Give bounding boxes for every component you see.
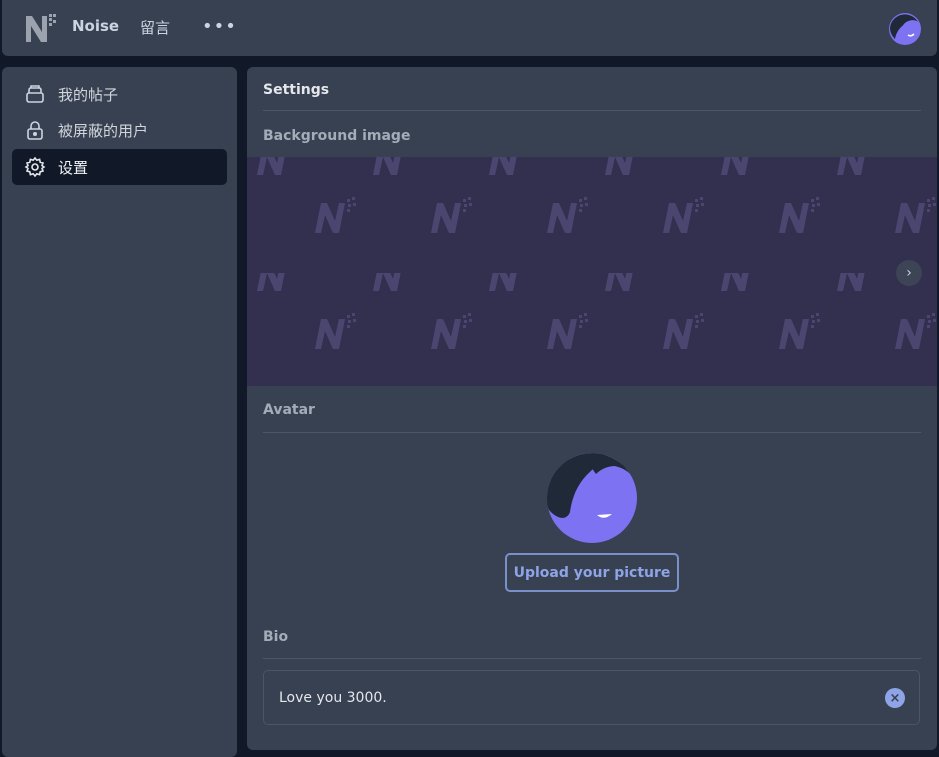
user-avatar-icon[interactable] xyxy=(888,12,922,46)
chevron-right-icon[interactable]: › xyxy=(896,260,922,286)
page-title: Settings xyxy=(263,82,330,98)
bio-value: Love you 3000. xyxy=(279,689,387,706)
noise-logo-icon[interactable] xyxy=(22,10,58,46)
sidebar: 我的帖子 被屏蔽的用户 设置 xyxy=(2,67,237,757)
settings-panel: Settings Background image › Avatar Uploa… xyxy=(247,67,937,750)
clear-icon[interactable]: × xyxy=(885,688,905,708)
divider xyxy=(263,658,921,659)
background-image-preview[interactable] xyxy=(247,157,937,386)
lock-icon xyxy=(27,121,43,140)
avatar-label: Avatar xyxy=(263,402,315,418)
sidebar-item-label: 设置 xyxy=(58,158,89,177)
more-icon[interactable]: ••• xyxy=(202,16,237,37)
stack-icon xyxy=(26,85,44,103)
sidebar-item-label: 我的帖子 xyxy=(58,85,119,104)
avatar xyxy=(547,453,637,543)
sidebar-item-blocked-users[interactable]: 被屏蔽的用户 xyxy=(12,112,227,148)
gear-icon xyxy=(24,156,46,178)
sidebar-item-settings[interactable]: 设置 xyxy=(12,149,227,185)
pattern-logo-icon xyxy=(247,157,937,386)
upload-picture-button[interactable]: Upload your picture xyxy=(505,553,679,592)
nav-messages[interactable]: 留言 xyxy=(140,17,170,38)
bio-label: Bio xyxy=(263,629,289,645)
divider xyxy=(263,110,921,111)
bio-input[interactable]: Love you 3000. × xyxy=(263,670,920,725)
nav-noise[interactable]: Noise xyxy=(72,17,119,35)
top-navbar: Noise 留言 ••• xyxy=(2,0,937,56)
divider xyxy=(263,432,921,433)
sidebar-item-label: 被屏蔽的用户 xyxy=(58,121,149,140)
sidebar-item-my-posts[interactable]: 我的帖子 xyxy=(12,76,227,112)
background-image-label: Background image xyxy=(263,128,411,144)
